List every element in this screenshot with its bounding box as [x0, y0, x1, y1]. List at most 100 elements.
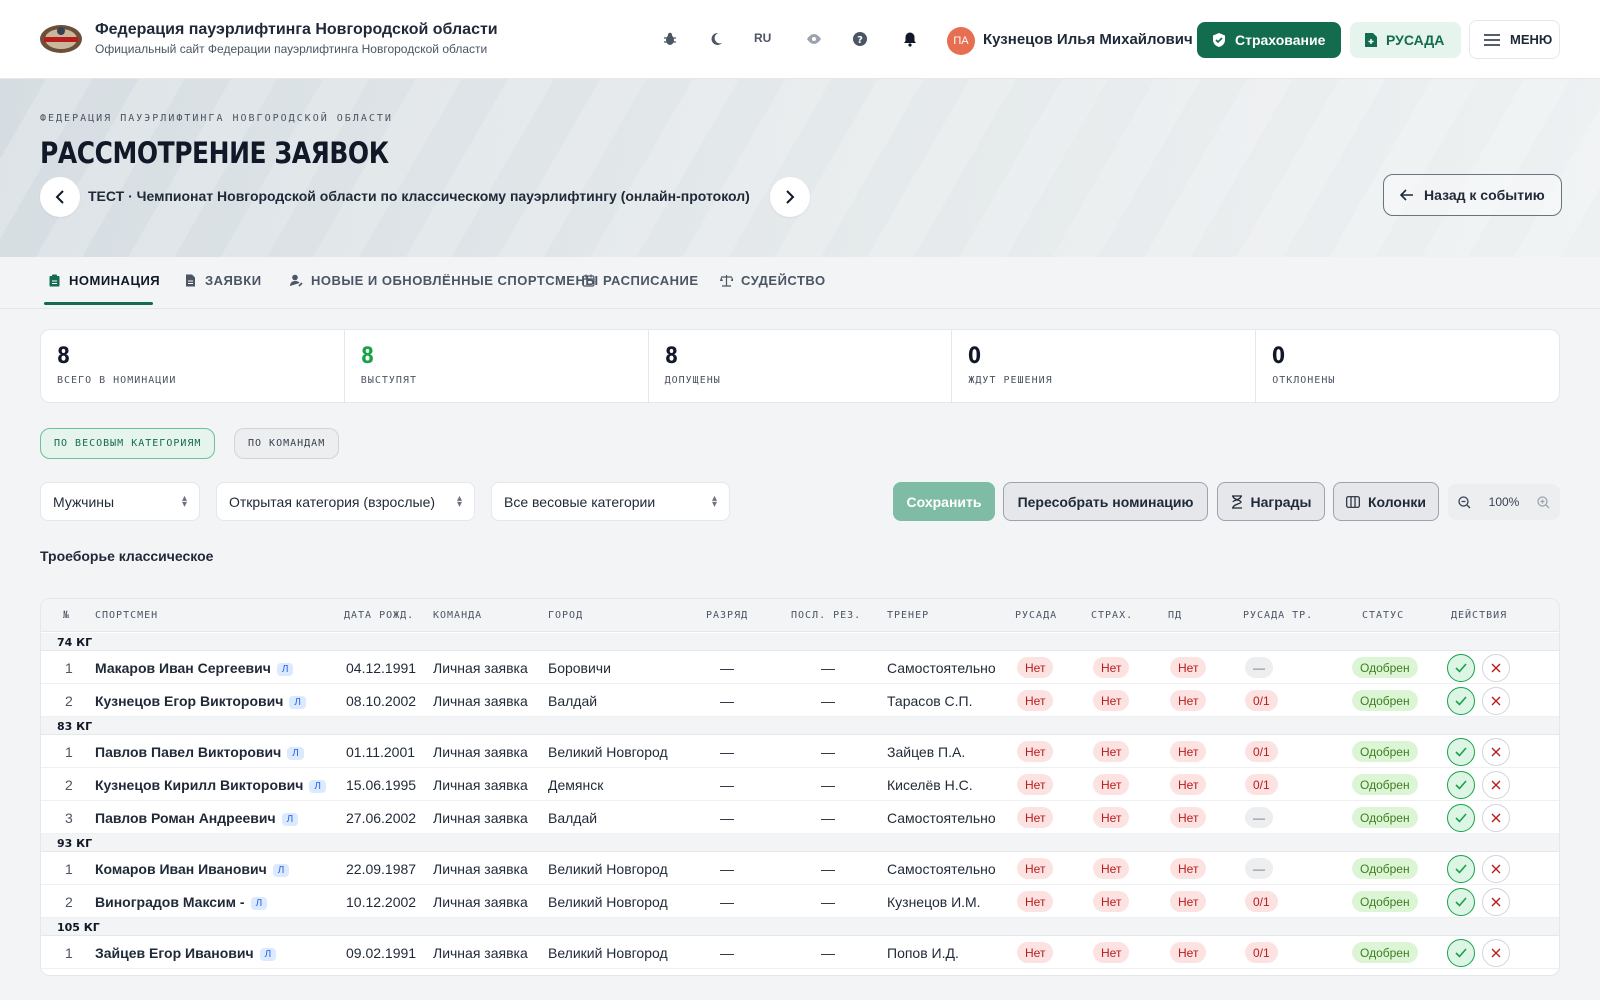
stat-label: Ждут решения — [968, 375, 1053, 386]
athlete-cell[interactable]: Зайцев Егор Иванович Л — [95, 945, 277, 961]
bell-icon[interactable] — [898, 27, 922, 51]
status-badge: Одобрен — [1352, 891, 1418, 912]
awards-button[interactable]: Награды — [1217, 482, 1325, 521]
chevron-left-icon — [55, 190, 64, 204]
pd-status-badge: Нет — [1170, 690, 1207, 711]
insurance-button[interactable]: Страхование — [1197, 22, 1341, 58]
tab-label: НОВЫЕ И ОБНОВЛЁННЫЕ СПОРТСМЕНЫ — [311, 273, 599, 288]
rusada-status-badge: Нет — [1017, 858, 1054, 879]
reject-button[interactable] — [1482, 939, 1510, 967]
group-by-weight-chip[interactable]: ПО ВЕСОВЫМ КАТЕГОРИЯМ — [40, 428, 216, 459]
zoom-in-icon[interactable] — [1537, 495, 1550, 509]
avatar[interactable]: ПА — [947, 27, 975, 55]
reject-button[interactable] — [1482, 804, 1510, 832]
reject-button[interactable] — [1482, 855, 1510, 883]
age-select-value: Открытая категория (взрослые) — [229, 493, 436, 510]
columns-button[interactable]: Колонки — [1333, 482, 1439, 521]
athlete-name[interactable]: Павлов Роман Андреевич — [95, 810, 276, 826]
age-category-select[interactable]: Открытая категория (взрослые) ▴ ▾ — [216, 482, 475, 521]
tab-new-athletes[interactable]: НОВЫЕ И ОБНОВЛЁННЫЕ СПОРТСМЕНЫ — [290, 273, 599, 288]
site-title[interactable]: Федерация пауэрлифтинга Новгородской обл… — [95, 21, 498, 39]
table-row[interactable]: 3 Павлов Роман Андреевич Л 27.06.2002 Личная… — [41, 801, 1559, 834]
tab-judging[interactable]: СУДЕЙСТВО — [720, 273, 826, 288]
stat-value: 8 — [360, 344, 374, 369]
table-row[interactable]: 1 Зайцев Егор Иванович Л 09.02.1991 Личная з… — [41, 936, 1559, 969]
table-row[interactable]: 2 Виноградов Максим - Л 10.12.2002 Личная за… — [41, 885, 1559, 918]
approve-button[interactable] — [1447, 771, 1475, 799]
table-row[interactable]: 2 Кузнецов Кирилл Викторович Л 15.06.1995 Ли… — [41, 768, 1559, 801]
table-row[interactable]: 1 Макаров Иван Сергеевич Л 04.12.1991 Личная… — [41, 651, 1559, 684]
menu-button[interactable]: МЕНЮ — [1469, 20, 1560, 59]
city-name: Великий Новгород — [548, 744, 668, 760]
gender-select[interactable]: Мужчины ▴ ▾ — [40, 482, 200, 521]
athlete-name[interactable]: Макаров Иван Сергеевич — [95, 660, 271, 676]
team-name: Личная заявка — [433, 894, 528, 910]
pd-status-badge: Нет — [1170, 741, 1207, 762]
column-header: СТРАХ. — [1091, 610, 1134, 621]
approve-button[interactable] — [1447, 939, 1475, 967]
user-name[interactable]: Кузнецов Илья Михайлович — [983, 31, 1193, 48]
stat-admitted: 8 Допущены — [649, 330, 953, 402]
birth-date: 01.11.2001 — [346, 744, 416, 760]
status-badge: Одобрен — [1352, 858, 1418, 879]
tab-schedule[interactable]: РАСПИСАНИЕ — [582, 273, 699, 288]
athlete-name[interactable]: Павлов Павел Викторович — [95, 744, 281, 760]
reject-button[interactable] — [1482, 687, 1510, 715]
rebuild-nomination-button[interactable]: Пересобрать номинацию — [1003, 482, 1208, 521]
language-switch[interactable]: RU — [754, 31, 771, 45]
row-number: 1 — [65, 861, 73, 877]
close-icon — [1491, 696, 1501, 706]
athlete-cell[interactable]: Кузнецов Егор Викторович Л — [95, 693, 306, 709]
athlete-cell[interactable]: Павлов Роман Андреевич Л — [95, 810, 299, 826]
stat-label: Допущены — [664, 375, 721, 386]
personal-application-badge: Л — [309, 780, 326, 793]
reject-button[interactable] — [1482, 654, 1510, 682]
zoom-out-icon[interactable] — [1458, 495, 1471, 509]
approve-button[interactable] — [1447, 804, 1475, 832]
athlete-cell[interactable]: Кузнецов Кирилл Викторович Л — [95, 777, 326, 793]
eye-icon[interactable] — [802, 27, 826, 51]
reject-button[interactable] — [1482, 888, 1510, 916]
moon-icon[interactable] — [704, 27, 728, 51]
group-by-team-chip[interactable]: ПО КОМАНДАМ — [234, 428, 340, 459]
approve-button[interactable] — [1447, 738, 1475, 766]
athlete-name[interactable]: Кузнецов Кирилл Викторович — [95, 777, 303, 793]
athlete-name[interactable]: Кузнецов Егор Викторович — [95, 693, 283, 709]
approve-button[interactable] — [1447, 888, 1475, 916]
reject-button[interactable] — [1482, 738, 1510, 766]
table-row[interactable]: 1 Комаров Иван Иванович Л 22.09.1987 Личная … — [41, 852, 1559, 885]
athlete-cell[interactable]: Виноградов Максим - Л — [95, 894, 268, 910]
next-event-button[interactable] — [770, 177, 810, 217]
status-badge: Одобрен — [1352, 657, 1418, 678]
rusada-status-badge: Нет — [1017, 891, 1054, 912]
athlete-cell[interactable]: Комаров Иван Иванович Л — [95, 861, 290, 877]
rusada-coach-badge: 0/1 — [1245, 891, 1278, 912]
weight-category-select[interactable]: Все весовые категории ▴ ▾ — [491, 482, 730, 521]
approve-button[interactable] — [1447, 855, 1475, 883]
athlete-name[interactable]: Комаров Иван Иванович — [95, 861, 267, 877]
prev-event-button[interactable] — [40, 177, 80, 217]
bug-icon[interactable] — [658, 27, 682, 51]
save-button[interactable]: Сохранить — [893, 482, 995, 521]
tab-label: РАСПИСАНИЕ — [603, 273, 699, 288]
federation-logo-icon[interactable] — [38, 21, 84, 57]
menu-label: МЕНЮ — [1510, 32, 1553, 47]
stat-value: 0 — [1272, 344, 1286, 369]
athlete-cell[interactable]: Макаров Иван Сергеевич Л — [95, 660, 294, 676]
tab-applications[interactable]: ЗАЯВКИ — [184, 273, 262, 288]
table-row[interactable]: 2 Кузнецов Егор Викторович Л 08.10.2002 Личн… — [41, 684, 1559, 717]
close-icon — [1491, 948, 1501, 958]
table-row[interactable]: 1 Павлов Павел Викторович Л 01.11.2001 Лична… — [41, 735, 1559, 768]
tab-nomination[interactable]: НОМИНАЦИЯ — [48, 273, 160, 288]
athlete-cell[interactable]: Павлов Павел Викторович Л — [95, 744, 304, 760]
athlete-name[interactable]: Виноградов Максим - — [95, 894, 245, 910]
approve-button[interactable] — [1447, 687, 1475, 715]
rusada-button[interactable]: РУСАДА — [1350, 22, 1461, 58]
reject-button[interactable] — [1482, 771, 1510, 799]
athlete-name[interactable]: Зайцев Егор Иванович — [95, 945, 254, 961]
status-badge: Одобрен — [1352, 690, 1418, 711]
approve-button[interactable] — [1447, 654, 1475, 682]
back-to-event-button[interactable]: Назад к событию — [1383, 174, 1562, 216]
help-icon[interactable]: ? — [848, 27, 872, 51]
team-name: Личная заявка — [433, 861, 528, 877]
